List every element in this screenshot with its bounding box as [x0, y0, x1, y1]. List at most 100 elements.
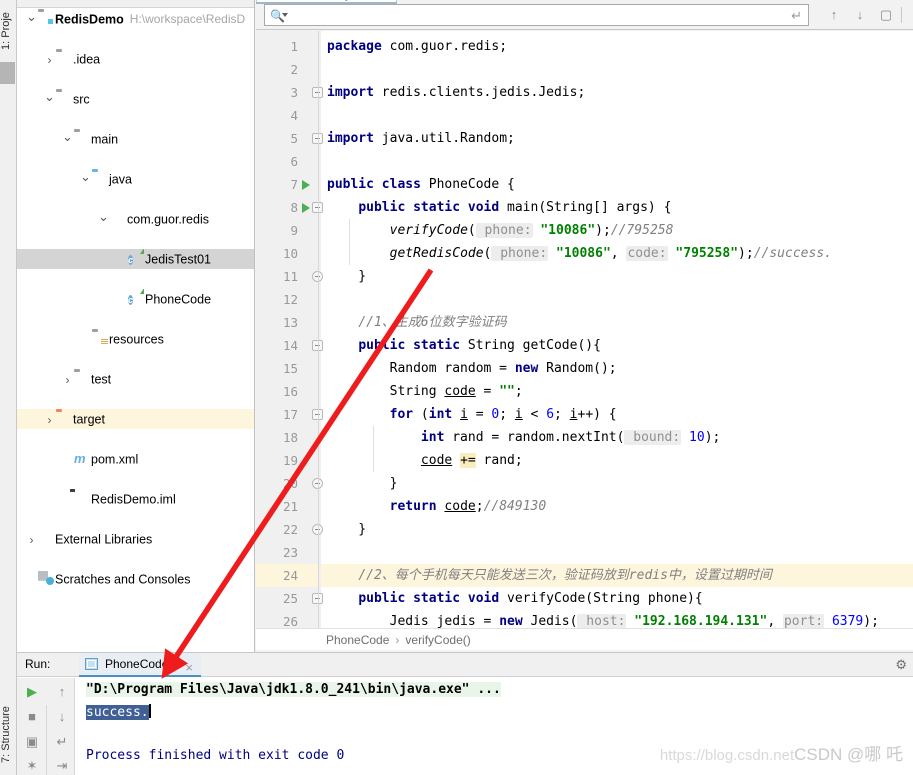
- wrap-search-icon[interactable]: ↵: [791, 8, 802, 24]
- code-line[interactable]: }: [321, 265, 913, 288]
- screenshot-button[interactable]: ▣: [19, 730, 45, 754]
- chevron-down-icon[interactable]: ⌄: [61, 129, 74, 147]
- code-line[interactable]: import java.util.Random;: [321, 127, 913, 150]
- run-tab-phonecode[interactable]: PhoneCode ×: [79, 653, 201, 677]
- watermark: https://blog.csdn.netCSDN @哪 吒: [660, 740, 903, 765]
- tree-item-main[interactable]: ⌄ main: [17, 129, 254, 149]
- chevron-right-icon[interactable]: ›: [43, 50, 56, 69]
- code-editor[interactable]: 1 2 3 4 5 6 7 8 9 10 11 12 13 14 15 16 17 18 19 20 21 22 23 24 2…: [256, 31, 913, 628]
- run-toolbar-divider: [46, 705, 47, 775]
- rerun-button[interactable]: ▶: [19, 680, 45, 704]
- code-line[interactable]: Jedis jedis = new Jedis( host: "192.168.…: [321, 610, 913, 628]
- breadcrumb[interactable]: PhoneCode › verifyCode(): [256, 628, 913, 650]
- line-number: 22: [282, 522, 298, 537]
- stop-button[interactable]: ■: [19, 705, 45, 729]
- chevron-down-icon[interactable]: [282, 13, 288, 17]
- code-line[interactable]: [321, 58, 913, 81]
- code-line[interactable]: Random random = new Random();: [321, 357, 913, 380]
- editor-gutter[interactable]: 1 2 3 4 5 6 7 8 9 10 11 12 13 14 15 16 17 18 19 20 21 22 23 24 2…: [256, 31, 323, 628]
- code-line[interactable]: return code;//849130: [321, 495, 913, 518]
- line-number: 12: [282, 292, 298, 307]
- toolbar-divider: [901, 7, 902, 23]
- code-line[interactable]: }: [321, 518, 913, 541]
- chevron-down-icon[interactable]: ⌄: [97, 209, 110, 227]
- select-all-occurrences-button[interactable]: ▢: [876, 5, 896, 25]
- tree-item-src[interactable]: ⌄ src: [17, 89, 254, 109]
- code-line[interactable]: for (int i = 0; i < 6; i++) {: [321, 403, 913, 426]
- run-gutter-icon[interactable]: [302, 180, 310, 190]
- chevron-down-icon[interactable]: ⌄: [25, 9, 38, 27]
- line-number: 9: [290, 223, 298, 238]
- line-number: 17: [282, 407, 298, 422]
- breadcrumb-method[interactable]: verifyCode(): [405, 633, 470, 647]
- chevron-right-icon[interactable]: ›: [43, 410, 56, 429]
- tree-item-label: PhoneCode: [145, 292, 212, 307]
- code-line[interactable]: getRedisCode( phone: "10086", code: "795…: [321, 242, 913, 265]
- code-line[interactable]: public static String getCode(){: [321, 334, 913, 357]
- code-line[interactable]: public static void main(String[] args) {: [321, 196, 913, 219]
- tree-item-phonecode[interactable]: c PhoneCode: [17, 289, 254, 309]
- tree-item-target[interactable]: › target: [17, 409, 254, 429]
- code-line[interactable]: verifyCode( phone: "10086");//795258: [321, 219, 913, 242]
- chevron-right-icon[interactable]: ›: [25, 530, 38, 549]
- tree-item-java[interactable]: ⌄ java: [17, 169, 254, 189]
- scroll-up-button[interactable]: ↑: [49, 680, 75, 704]
- tool-strip-handle[interactable]: [0, 62, 15, 84]
- tool-tab-structure[interactable]: 7: Structure: [0, 699, 17, 771]
- tree-item-jedistest01[interactable]: c JedisTest01: [17, 249, 254, 269]
- tree-item-resources[interactable]: resources: [17, 329, 254, 349]
- tool-tab-project[interactable]: 1: Proje: [0, 2, 17, 60]
- tree-item-redisdemo[interactable]: ⌄ RedisDemo H:\workspace\RedisD: [17, 9, 254, 29]
- soft-wrap-button[interactable]: ↵: [49, 730, 75, 754]
- chevron-down-icon[interactable]: ⌄: [79, 169, 92, 187]
- code-line[interactable]: [321, 150, 913, 173]
- search-input[interactable]: [289, 7, 779, 24]
- code-line[interactable]: int rand = random.nextInt( bound: 10);: [321, 426, 913, 449]
- code-line[interactable]: //1、生成6位数字验证码: [321, 311, 913, 334]
- toggle-tasks-button[interactable]: ✶: [19, 754, 45, 775]
- code-line[interactable]: public static void verifyCode(String pho…: [321, 587, 913, 610]
- line-number: 20: [282, 476, 298, 491]
- code-line[interactable]: [321, 104, 913, 127]
- find-next-button[interactable]: ↓: [850, 5, 870, 25]
- tree-item-scratches-and-consoles[interactable]: Scratches and Consoles: [17, 569, 254, 589]
- code-line[interactable]: [321, 541, 913, 564]
- code-line[interactable]: import redis.clients.jedis.Jedis;: [321, 81, 913, 104]
- code-line[interactable]: //2、每个手机每天只能发送三次，验证码放到redis中，设置过期时间: [321, 564, 913, 587]
- code-line[interactable]: public class PhoneCode {: [321, 173, 913, 196]
- code-line[interactable]: String code = "";: [321, 380, 913, 403]
- tree-item-com-guor-redis[interactable]: ⌄ com.guor.redis: [17, 209, 254, 229]
- line-number: 19: [282, 453, 298, 468]
- tree-item-external-libraries[interactable]: › External Libraries: [17, 529, 254, 549]
- search-field-wrapper[interactable]: 🔍 ↵: [264, 4, 809, 26]
- tree-item-label: target: [73, 412, 105, 427]
- close-icon[interactable]: ×: [185, 657, 193, 679]
- code-line[interactable]: [321, 288, 913, 311]
- line-number: 13: [282, 315, 298, 330]
- line-number: 24: [282, 568, 298, 583]
- tree-item-redisdemo-iml[interactable]: RedisDemo.iml: [17, 489, 254, 509]
- line-number: 18: [282, 430, 298, 445]
- code-line[interactable]: code += rand;: [321, 449, 913, 472]
- run-gutter-icon[interactable]: [302, 203, 310, 213]
- line-number: 4: [290, 108, 298, 123]
- project-tree-list[interactable]: ⌄ RedisDemo H:\workspace\RedisD › .idea ⌄ src ⌄…: [17, 9, 254, 587]
- package-icon: [110, 209, 127, 229]
- code-line[interactable]: }: [321, 472, 913, 495]
- folder-icon: [74, 129, 91, 149]
- watermark-brand: CSDN @哪 吒: [794, 745, 903, 764]
- tree-item-test[interactable]: › test: [17, 369, 254, 389]
- chevron-down-icon[interactable]: ⌄: [43, 89, 56, 107]
- find-previous-button[interactable]: ↑: [824, 5, 844, 25]
- tree-item-pom-xml[interactable]: m pom.xml: [17, 449, 254, 469]
- scroll-to-end-button[interactable]: ⇥: [49, 754, 75, 775]
- line-number: 26: [282, 614, 298, 628]
- gear-icon[interactable]: ⚙: [895, 657, 907, 673]
- scroll-down-button[interactable]: ↓: [49, 705, 75, 729]
- code-content[interactable]: package com.guor.redis; import redis.clie…: [321, 31, 913, 628]
- tree-item--idea[interactable]: › .idea: [17, 49, 254, 69]
- left-tool-strip: 1: Proje 7: Structure: [0, 0, 17, 775]
- code-line[interactable]: package com.guor.redis;: [321, 35, 913, 58]
- chevron-right-icon[interactable]: ›: [61, 370, 74, 389]
- breadcrumb-class[interactable]: PhoneCode: [326, 633, 389, 647]
